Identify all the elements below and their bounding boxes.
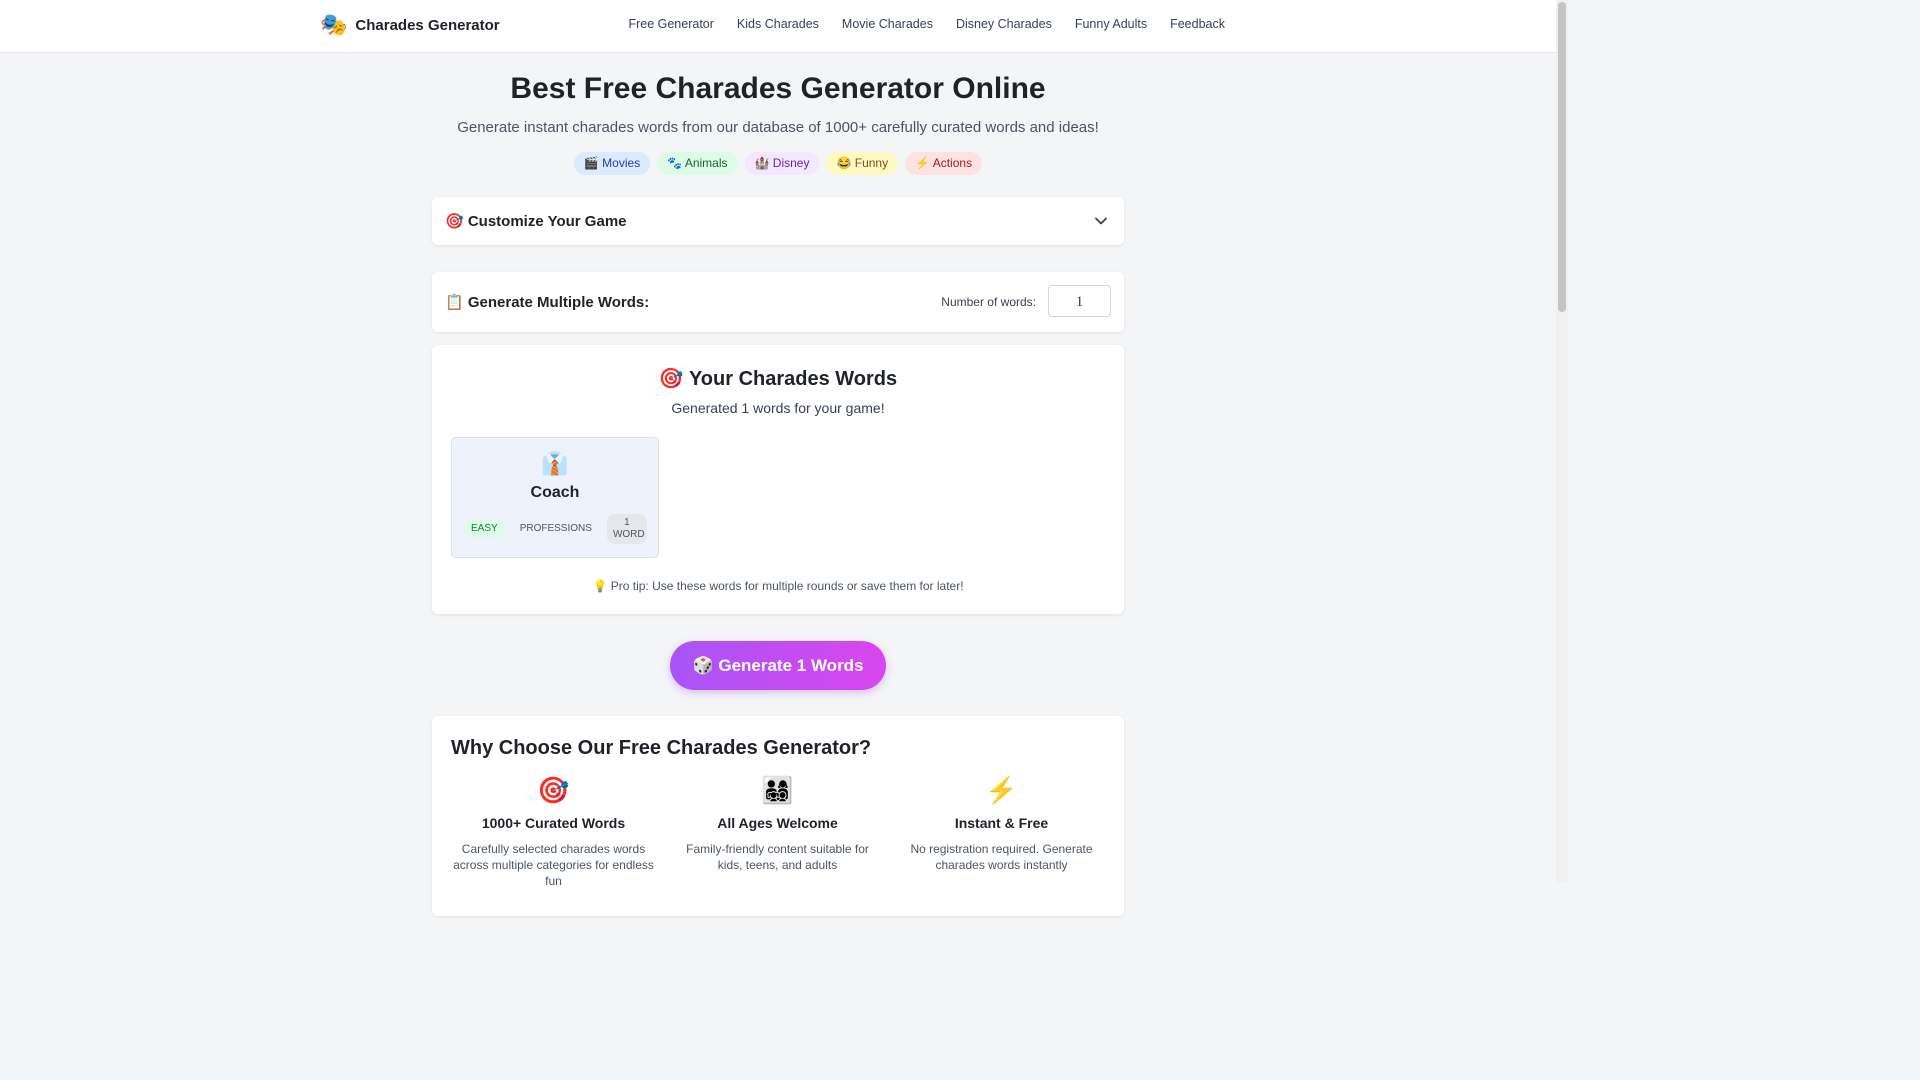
nav-feedback[interactable]: Feedback [1170,17,1225,31]
family-icon: 👨‍👩‍👧‍👦 [761,775,794,805]
generate-words-button[interactable]: 🎲 Generate 1 Words [670,641,886,690]
results-panel: 🎯 Your Charades Words Generated 1 words … [432,345,1124,614]
top-navbar: 🎭 Charades Generator Free Generator Kids… [0,0,1556,53]
feature-title: 1000+ Curated Words [481,815,626,831]
main-nav: Free Generator Kids Charades Movie Chara… [628,17,1225,31]
word-count-label: Number of words: [941,295,1036,309]
brand-name: Charades Generator [355,16,500,34]
feature-title: Instant & Free [954,815,1049,831]
chip-actions[interactable]: ⚡ Actions [905,152,983,175]
brand-link[interactable]: 🎭 Charades Generator [320,12,500,38]
feature-desc: Family-friendly content suitable for kid… [686,842,869,872]
page-scrollbar[interactable] [1556,0,1568,882]
page-subtitle: Generate instant charades words from our… [457,119,1099,136]
word-tags: EASY PROFESSIONS 1 WORD [464,514,647,544]
main-content: Best Free Charades Generator Online Gene… [432,52,1124,916]
customize-title: 🎯 Customize Your Game [445,213,627,230]
results-subtitle: Generated 1 words for your game! [671,400,885,416]
customize-panel-toggle[interactable]: 🎯 Customize Your Game [432,197,1124,245]
word-card[interactable]: 👔 Coach EASY PROFESSIONS 1 WORD [451,437,659,558]
feature-title: All Ages Welcome [717,815,838,831]
pro-tip: 💡 Pro tip: Use these words for multiple … [592,579,964,593]
nav-funny-adults[interactable]: Funny Adults [1075,17,1147,31]
category-chips: 🎬 Movies 🐾 Animals 🏰 Disney 😂 Funny ⚡ Ac… [432,152,1124,175]
category-badge: PROFESSIONS [519,523,592,534]
necktie-icon: 👔 [541,451,569,476]
lightning-icon: ⚡ [985,775,1018,805]
target-icon: 🎯 [537,775,570,805]
feature-instant-free: ⚡ Instant & Free No registration require… [899,774,1104,873]
nav-kids-charades[interactable]: Kids Charades [737,17,819,31]
page-title: Best Free Charades Generator Online [510,72,1046,105]
why-choose-section: Why Choose Our Free Charades Generator? … [432,716,1124,916]
results-title: 🎯 Your Charades Words [658,368,898,390]
multiple-words-title: 📋 Generate Multiple Words: [445,294,650,311]
theater-masks-icon: 🎭 [320,12,348,37]
feature-curated: 🎯 1000+ Curated Words Carefully selected… [451,774,656,889]
nav-disney-charades[interactable]: Disney Charades [956,17,1052,31]
chip-movies[interactable]: 🎬 Movies [573,152,651,175]
nav-free-generator[interactable]: Free Generator [628,17,713,31]
chip-funny[interactable]: 😂 Funny [826,152,899,175]
why-title: Why Choose Our Free Charades Generator? [451,737,872,759]
word-text: Coach [530,484,580,501]
scrollbar-thumb[interactable] [1558,2,1566,312]
nav-movie-charades[interactable]: Movie Charades [842,17,933,31]
feature-all-ages: 👨‍👩‍👧‍👦 All Ages Welcome Family-friendly… [675,774,880,873]
chip-animals[interactable]: 🐾 Animals [657,152,738,175]
feature-desc: Carefully selected charades words across… [453,842,654,888]
chip-disney[interactable]: 🏰 Disney [744,152,820,175]
word-count-input[interactable]: 1 [1048,285,1111,317]
word-count-badge: 1 WORD [606,514,647,544]
chevron-down-icon [1095,217,1107,225]
multiple-words-panel: 📋 Generate Multiple Words: Number of wor… [432,272,1124,332]
feature-desc: No registration required. Generate chara… [910,842,1093,872]
difficulty-badge: EASY [464,520,505,538]
